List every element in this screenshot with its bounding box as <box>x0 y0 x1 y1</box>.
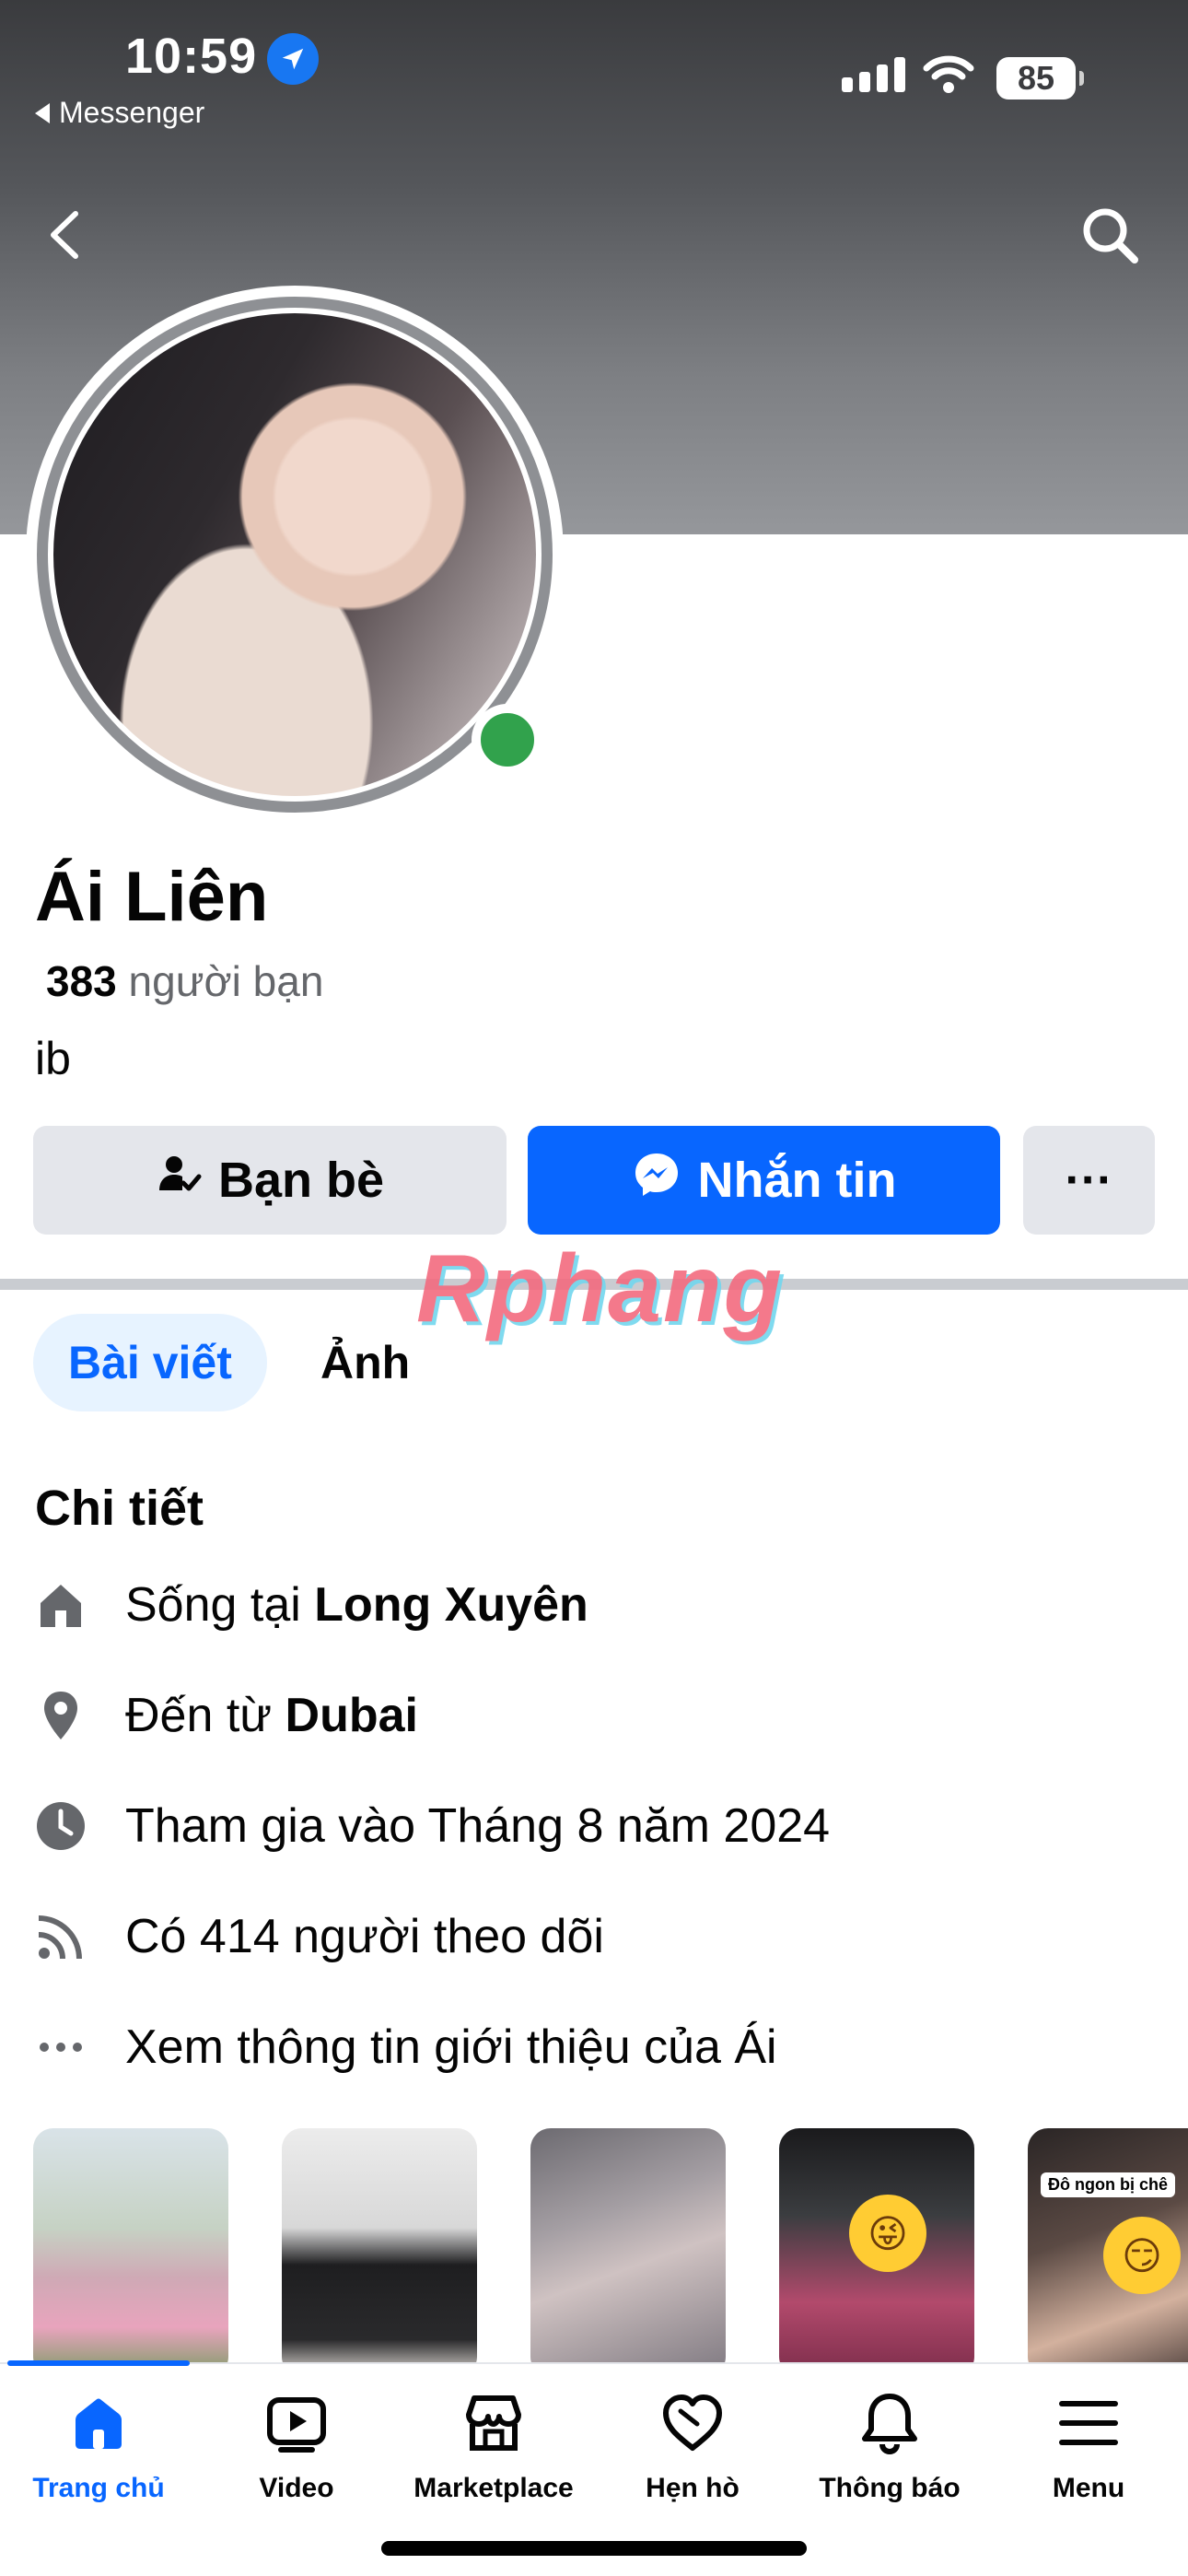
photo-thumbnail-5[interactable]: Đô ngon bị chê 😏 <box>1028 2128 1188 2362</box>
nav-notifications[interactable]: Thông báo <box>798 2386 982 2524</box>
details-title: Chi tiết <box>35 1481 204 1536</box>
more-dots-icon <box>33 2020 88 2075</box>
friends-button[interactable]: Bạn bè <box>33 1126 507 1235</box>
friend-check-icon <box>156 1152 202 1210</box>
message-button-label: Nhắn tin <box>697 1153 897 1208</box>
detail-lives-in: Sống tại Long Xuyên <box>33 1568 588 1642</box>
see-about-text: Xem thông tin giới thiệu của Ái <box>125 2020 777 2074</box>
back-to-app-link[interactable]: Messenger <box>35 96 204 130</box>
tongue-emoji-icon: 😜 <box>849 2195 926 2272</box>
menu-icon <box>1052 2386 1125 2460</box>
watermark-text: Rphang <box>416 1235 785 1342</box>
back-app-label: Messenger <box>59 96 205 129</box>
nav-notifications-label: Thông báo <box>819 2473 961 2503</box>
nav-dating[interactable]: Hẹn hò <box>600 2386 785 2524</box>
bell-icon <box>853 2386 926 2460</box>
nav-home-label: Trang chủ <box>32 2473 165 2503</box>
nav-menu[interactable]: Menu <box>996 2386 1181 2524</box>
clock-icon <box>33 1798 88 1854</box>
wifi-icon <box>923 53 974 99</box>
message-button[interactable]: Nhắn tin <box>528 1126 1000 1235</box>
location-arrow-icon <box>267 33 319 85</box>
rss-followers-icon <box>33 1909 88 1964</box>
profile-avatar[interactable] <box>26 286 564 824</box>
nav-dating-label: Hẹn hò <box>646 2473 740 2503</box>
home-indicator[interactable] <box>381 2541 807 2556</box>
thumbnail-caption: Đô ngon bị chê <box>1041 2172 1175 2197</box>
smirk-emoji-icon: 😏 <box>1103 2217 1181 2294</box>
avatar-photo <box>53 313 536 796</box>
home-icon <box>62 2386 135 2460</box>
cellular-signal-icon <box>842 57 905 92</box>
detail-joined: Tham gia vào Tháng 8 năm 2024 <box>33 1789 830 1863</box>
nav-home[interactable]: Trang chủ <box>6 2386 191 2524</box>
nav-marketplace-label: Marketplace <box>413 2473 574 2503</box>
dating-icon <box>656 2386 729 2460</box>
photo-thumbnail-3[interactable] <box>530 2128 726 2362</box>
battery-indicator: 85 <box>996 57 1084 100</box>
status-time: 10:59 <box>125 29 258 84</box>
back-button[interactable] <box>37 203 92 267</box>
friends-count-label: người bạn <box>128 957 324 1005</box>
detail-followers-text: Có 414 người theo dõi <box>125 1910 604 1963</box>
tab-posts[interactable]: Bài viết <box>33 1314 267 1411</box>
location-pin-icon <box>33 1688 88 1743</box>
friends-count[interactable]: 383 người bạn <box>46 956 323 1006</box>
active-tab-indicator <box>7 2360 190 2366</box>
detail-lives-in-text: Sống tại Long Xuyên <box>125 1578 588 1632</box>
profile-bio: ib <box>35 1033 71 1084</box>
online-status-dot <box>472 704 543 776</box>
detail-from: Đến từ Dubai <box>33 1679 418 1752</box>
see-about-link[interactable]: Xem thông tin giới thiệu của Ái <box>33 2010 777 2084</box>
nav-video-label: Video <box>259 2473 334 2503</box>
nav-video[interactable]: Video <box>204 2386 389 2524</box>
video-icon <box>260 2386 333 2460</box>
nav-marketplace[interactable]: Marketplace <box>402 2386 586 2524</box>
friends-button-label: Bạn bè <box>217 1153 385 1208</box>
friends-count-number: 383 <box>46 957 117 1005</box>
home-icon <box>33 1577 88 1633</box>
photo-thumbnails: 😜 Đô ngon bị chê 😏 <box>33 2128 1188 2362</box>
nav-menu-label: Menu <box>1052 2473 1125 2503</box>
detail-joined-text: Tham gia vào Tháng 8 năm 2024 <box>125 1799 831 1853</box>
tab-photos[interactable]: Ảnh <box>285 1314 445 1411</box>
photo-thumbnail-1[interactable] <box>33 2128 228 2362</box>
photo-thumbnail-2[interactable] <box>282 2128 477 2362</box>
more-options-button[interactable]: ··· <box>1023 1126 1155 1235</box>
more-dots-icon: ··· <box>1065 1153 1113 1207</box>
messenger-icon <box>632 1150 681 1212</box>
detail-followers[interactable]: Có 414 người theo dõi <box>33 1900 604 1973</box>
back-triangle-icon <box>35 102 50 123</box>
profile-name: Ái Liên <box>35 858 269 936</box>
detail-from-text: Đến từ Dubai <box>125 1689 418 1742</box>
photo-thumbnail-4[interactable]: 😜 <box>779 2128 974 2362</box>
marketplace-icon <box>457 2386 530 2460</box>
search-icon[interactable] <box>1077 203 1142 267</box>
